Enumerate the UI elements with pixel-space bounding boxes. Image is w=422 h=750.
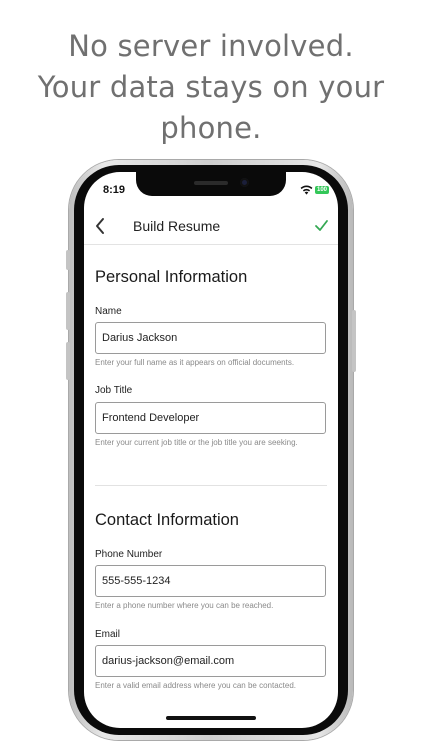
phone-label: Phone Number [95, 549, 163, 560]
name-field[interactable]: Darius Jackson [95, 322, 326, 354]
phone-notch [136, 172, 286, 196]
phone-silent-switch [66, 250, 70, 270]
phone-screen: 8:19 100 Build Resume Personal Informati… [84, 172, 338, 728]
speaker-grille [194, 181, 228, 185]
nav-bar: Build Resume [84, 208, 338, 245]
job-title-hint: Enter your current job title or the job … [95, 438, 298, 447]
front-camera [240, 178, 249, 187]
chevron-left-icon[interactable] [94, 217, 106, 235]
email-field[interactable]: darius-jackson@email.com [95, 645, 326, 677]
nav-title: Build Resume [133, 218, 221, 234]
promo-line-2: Your data stays on your [37, 70, 385, 104]
checkmark-icon[interactable] [314, 219, 329, 232]
phone-volume-down-button [66, 342, 70, 380]
wifi-icon [300, 185, 313, 195]
promo-line-3: phone. [160, 111, 262, 145]
battery-icon: 100 [315, 186, 329, 194]
section-divider [95, 485, 327, 486]
phone-hint: Enter a phone number where you can be re… [95, 601, 274, 610]
home-indicator[interactable] [166, 716, 256, 720]
phone-power-button [352, 310, 356, 372]
email-hint: Enter a valid email address where you ca… [95, 681, 297, 690]
phone-field[interactable]: 555-555-1234 [95, 565, 326, 597]
phone-volume-up-button [66, 292, 70, 330]
section-title-contact: Contact Information [95, 511, 239, 529]
job-title-label: Job Title [95, 385, 133, 396]
name-hint: Enter your full name as it appears on of… [95, 358, 295, 367]
promo-line-1: No server involved. [68, 29, 354, 63]
job-title-field[interactable]: Frontend Developer [95, 402, 326, 434]
section-title-personal: Personal Information [95, 268, 248, 286]
promo-headline: No server involved. Your data stays on y… [0, 26, 422, 149]
status-time: 8:19 [103, 184, 126, 196]
email-label: Email [95, 629, 121, 640]
name-label: Name [95, 306, 122, 317]
